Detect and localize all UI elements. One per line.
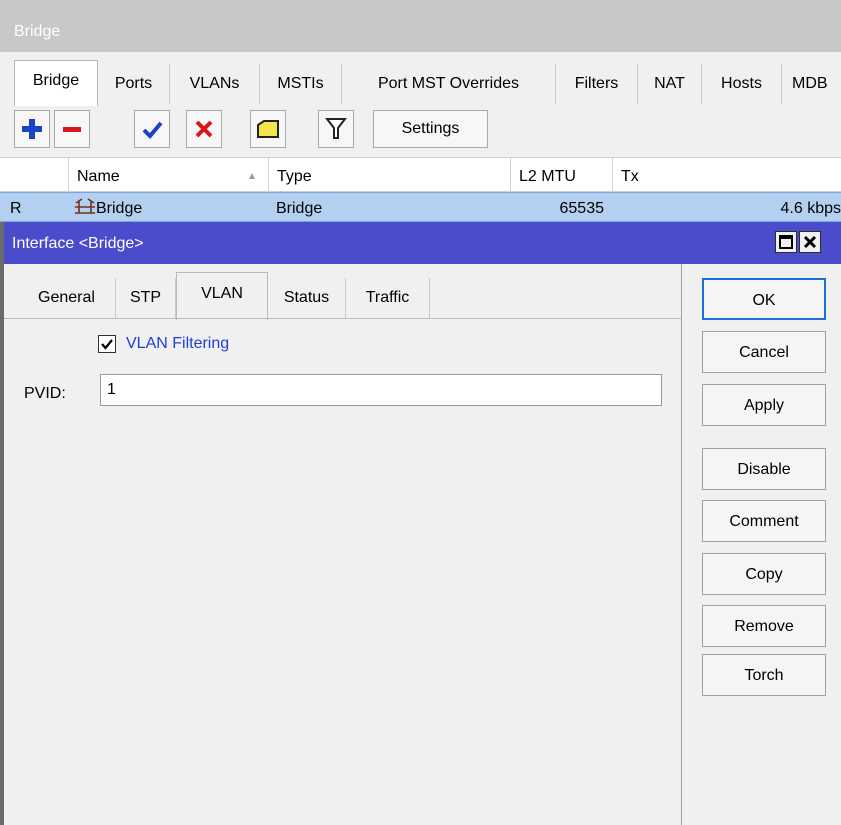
add-button[interactable] (14, 110, 50, 148)
vlan-filtering-checkbox[interactable] (98, 335, 116, 353)
comment-button[interactable]: Comment (702, 500, 826, 542)
ok-button[interactable]: OK (702, 278, 826, 320)
tab-mstis[interactable]: MSTIs (260, 64, 342, 104)
apply-button[interactable]: Apply (702, 384, 826, 426)
note-icon (257, 120, 279, 138)
dialog-title-bar[interactable]: Interface <Bridge> (4, 222, 841, 264)
tab-traffic[interactable]: Traffic (346, 278, 430, 318)
dialog-divider (681, 264, 682, 825)
tab-bridge[interactable]: Bridge (14, 60, 98, 106)
filter-button[interactable] (318, 110, 354, 148)
dialog-title: Interface <Bridge> (12, 235, 144, 252)
filter-icon (325, 118, 347, 139)
column-header-name-label: Name (77, 168, 120, 185)
copy-button[interactable]: Copy (702, 553, 826, 595)
torch-button[interactable]: Torch (702, 654, 826, 696)
vlan-filtering-row: VLAN Filtering (98, 332, 229, 356)
tab-divider (4, 318, 681, 319)
tab-general[interactable]: General (18, 278, 116, 318)
bridge-icon (74, 193, 96, 221)
interface-dialog: Interface <Bridge> General STP VLAN Stat… (0, 222, 841, 825)
bridge-window-title: Bridge (0, 0, 841, 52)
row-l2mtu: 65535 (559, 200, 605, 217)
vlan-filtering-label[interactable]: VLAN Filtering (126, 335, 229, 353)
table-row[interactable]: R Bridge Bridge 65535 4.6 kbps (0, 192, 841, 222)
row-type: Bridge (276, 200, 323, 217)
settings-button[interactable]: Settings (373, 110, 488, 148)
tab-vlans[interactable]: VLANs (170, 64, 260, 104)
tab-hosts[interactable]: Hosts (702, 64, 782, 104)
comment-button[interactable] (250, 110, 286, 148)
column-header-l2mtu[interactable]: L2 MTU (510, 158, 612, 192)
dialog-tab-strip: General STP VLAN Status Traffic (4, 264, 684, 320)
tab-vlan[interactable]: VLAN (176, 272, 268, 320)
maximize-icon (779, 235, 793, 249)
pvid-input[interactable]: 1 (100, 374, 662, 406)
column-header-tx[interactable]: Tx (612, 158, 841, 192)
row-flag: R (10, 200, 22, 217)
row-tx: 4.6 kbps (780, 200, 841, 217)
sort-ascending-icon: ▲ (247, 171, 257, 182)
column-header-type[interactable]: Type (268, 158, 510, 192)
tab-status[interactable]: Status (268, 278, 346, 318)
tab-mdb[interactable]: MDB (782, 64, 841, 104)
table-header: Name ▲ Type L2 MTU Tx (0, 158, 841, 192)
cancel-button[interactable]: Cancel (702, 331, 826, 373)
pvid-label: PVID: (24, 385, 66, 402)
column-header-name[interactable]: Name ▲ (68, 158, 268, 192)
tab-nat[interactable]: NAT (638, 64, 702, 104)
checkmark-icon (101, 339, 113, 350)
tab-ports[interactable]: Ports (98, 64, 170, 104)
check-icon (142, 121, 163, 139)
row-name: Bridge (96, 200, 143, 217)
toolbar: Settings (0, 108, 841, 158)
disable-button[interactable] (186, 110, 222, 148)
tab-stp[interactable]: STP (116, 278, 176, 318)
close-button[interactable] (799, 231, 821, 253)
bridge-tab-strip: Bridge Ports VLANs MSTIs Port MST Overri… (0, 52, 841, 108)
bridge-window-title-text: Bridge (14, 23, 61, 40)
remove-button[interactable]: Remove (702, 605, 826, 647)
enable-button[interactable] (134, 110, 170, 148)
disable-button[interactable]: Disable (702, 448, 826, 490)
maximize-button[interactable] (775, 231, 797, 253)
plus-icon (22, 119, 42, 139)
tab-port-mst-overrides[interactable]: Port MST Overrides (342, 64, 556, 104)
tab-filters[interactable]: Filters (556, 64, 638, 104)
close-icon (803, 235, 817, 249)
remove-button[interactable] (54, 110, 90, 148)
cross-icon (195, 120, 213, 138)
minus-icon (63, 127, 81, 132)
